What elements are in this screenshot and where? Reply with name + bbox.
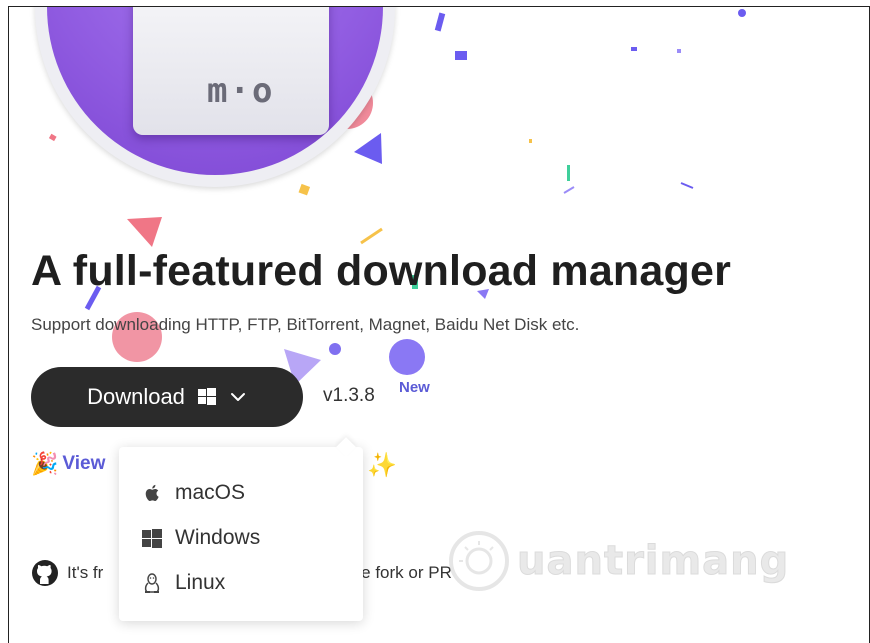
menu-arrow xyxy=(336,437,356,457)
confetti-piece xyxy=(529,139,532,143)
confetti-piece xyxy=(329,343,341,355)
new-badge: New xyxy=(399,379,430,396)
watermark-logo-icon xyxy=(449,531,509,591)
page-title: A full-featured download manager xyxy=(31,247,732,295)
confetti-piece xyxy=(360,227,383,245)
confetti-piece xyxy=(567,165,570,181)
version-label: v1.3.8 xyxy=(323,385,375,406)
free-text-row: It's fr xyxy=(31,559,103,587)
app-logo: m·o xyxy=(35,7,395,187)
menu-item-label: Windows xyxy=(175,526,261,549)
chevron-down-icon[interactable] xyxy=(229,388,247,406)
logo-card: m·o xyxy=(133,7,329,135)
watermark-text: uantrimang xyxy=(516,538,790,585)
menu-item-macos[interactable]: macOS xyxy=(141,481,245,505)
confetti-piece xyxy=(677,49,681,53)
confetti-piece xyxy=(434,12,446,32)
confetti-piece xyxy=(455,51,467,60)
logo-inner: m·o xyxy=(47,7,383,175)
menu-item-label: macOS xyxy=(175,481,246,504)
page-subtitle: Support downloading HTTP, FTP, BitTorren… xyxy=(31,315,580,334)
confetti-piece xyxy=(389,339,425,375)
download-button[interactable]: Download xyxy=(31,367,303,427)
confetti-piece xyxy=(563,186,575,194)
windows-icon xyxy=(142,529,162,548)
confetti-piece xyxy=(738,9,746,17)
page-frame: m·o A full-featured download manager Sup… xyxy=(8,6,870,643)
confetti-piece xyxy=(631,47,637,51)
logo-text: m·o xyxy=(207,71,275,111)
platform-dropdown-menu: macOS Windows Linux xyxy=(119,437,363,621)
watermark: uantrimang xyxy=(445,527,789,595)
menu-item-label: Linux xyxy=(175,571,226,594)
apple-icon xyxy=(145,484,159,501)
confetti-piece xyxy=(680,182,694,189)
view-link-row: 🎉 View xyxy=(31,451,105,477)
view-link[interactable]: View xyxy=(62,453,105,475)
free-text-start: It's fr xyxy=(67,563,104,582)
sparkles-icon: ✨ xyxy=(367,452,397,479)
github-icon[interactable] xyxy=(31,559,59,587)
party-popper-icon: 🎉 xyxy=(31,451,59,476)
menu-item-windows[interactable]: Windows xyxy=(141,526,260,550)
linux-icon xyxy=(144,573,160,593)
confetti-piece xyxy=(127,217,162,247)
menu-item-linux[interactable]: Linux xyxy=(141,571,225,595)
download-button-label: Download xyxy=(87,384,185,409)
windows-icon xyxy=(197,388,216,405)
